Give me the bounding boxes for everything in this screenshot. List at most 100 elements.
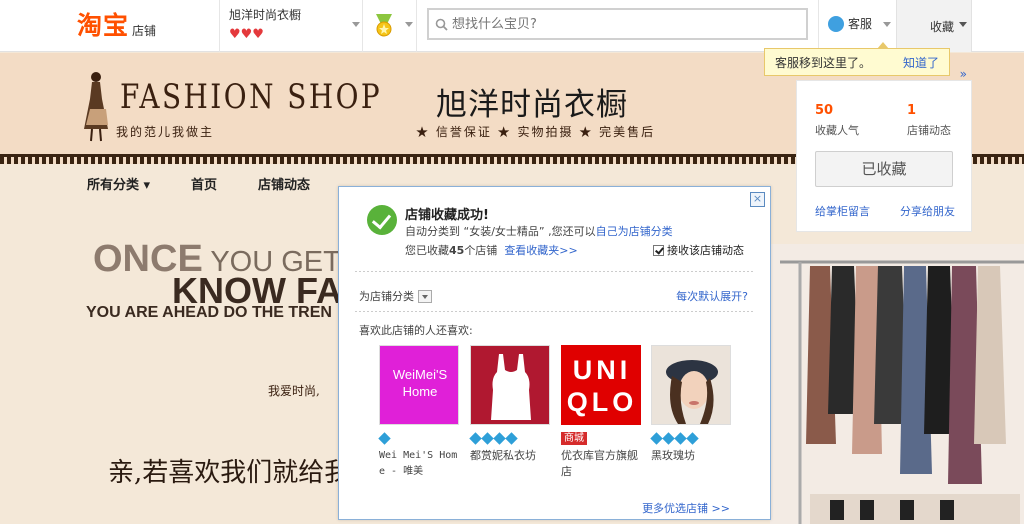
shop-rank-badge bbox=[469, 431, 550, 445]
shop-rank-badge: 商城 bbox=[561, 431, 641, 445]
shop-thumbnail[interactable] bbox=[651, 345, 731, 425]
stat-news[interactable]: 1 店铺动态 bbox=[907, 103, 951, 138]
recommended-shop[interactable]: 黑玫瑰坊 bbox=[650, 345, 731, 464]
shop-name[interactable]: 黑玫瑰坊 bbox=[651, 448, 731, 464]
chevron-down-icon bbox=[418, 289, 432, 303]
self-categorize-link[interactable]: 自己为店铺分类 bbox=[596, 225, 673, 238]
recommended-shop[interactable]: UNI QLO 商城 优衣库官方旗舰店 bbox=[561, 345, 641, 480]
shop-info[interactable]: 旭洋时尚衣橱 ♥♥♥ bbox=[229, 6, 359, 42]
close-icon[interactable]: × bbox=[750, 192, 765, 207]
diamond-icon bbox=[378, 431, 391, 445]
medal-icon[interactable] bbox=[372, 12, 396, 38]
tip-dismiss-link[interactable]: 知道了 bbox=[903, 54, 939, 71]
shop-stats-panel: » 50 收藏人气 1 店铺动态 已收藏 给掌柜留言 分享给朋友 bbox=[796, 67, 972, 232]
shop-thumbnail[interactable] bbox=[470, 345, 550, 425]
model-photo bbox=[652, 346, 730, 424]
uniqlo-logo: UNI QLO bbox=[566, 355, 638, 417]
dialog-category-info: 自动分类到 “女装/女士精品” ,您还可以自己为店铺分类 bbox=[405, 223, 673, 239]
favorite-label: 收藏 bbox=[930, 20, 955, 34]
collapse-chevron-icon[interactable]: » bbox=[960, 67, 967, 81]
receive-news-label: 接收该店铺动态 bbox=[667, 244, 744, 257]
count-prefix: 您已收藏 bbox=[405, 244, 449, 257]
more-shops-link[interactable]: 更多优选店铺 >> bbox=[642, 500, 730, 516]
search-input[interactable] bbox=[452, 16, 792, 32]
categorize-label: 为店铺分类 bbox=[359, 290, 414, 303]
receive-news-checkbox[interactable]: 接收该店铺动态 bbox=[653, 242, 744, 258]
hero-bottom-text: 亲,若喜欢我们就给我 bbox=[108, 458, 340, 488]
customer-service-label: 客服 bbox=[848, 17, 873, 31]
shop-thumbnail[interactable]: WeiMei'S Home bbox=[379, 345, 459, 425]
favorite-success-dialog: × 店铺收藏成功! 自动分类到 “女装/女士精品” ,您还可以自己为店铺分类 您… bbox=[338, 186, 771, 520]
message-seller-link[interactable]: 给掌柜留言 bbox=[815, 203, 870, 219]
diamond-icon bbox=[686, 431, 699, 445]
panel-links: 给掌柜留言 分享给朋友 bbox=[815, 203, 955, 219]
thumbnail-text: WeiMei'S Home bbox=[392, 367, 448, 399]
diamond-icon bbox=[505, 431, 518, 445]
search-box[interactable] bbox=[427, 8, 808, 40]
stat-favorites: 50 收藏人气 bbox=[815, 103, 859, 138]
shop-rating-hearts: ♥♥♥ bbox=[229, 27, 264, 42]
chevron-down-icon[interactable] bbox=[352, 22, 360, 27]
categorize-select[interactable]: 为店铺分类 bbox=[359, 288, 432, 304]
chevron-down-icon[interactable] bbox=[405, 22, 413, 27]
service-moved-tip: 客服移到这里了。 知道了 bbox=[764, 42, 950, 76]
logo-main: 淘宝 bbox=[77, 11, 130, 40]
recommended-shop[interactable]: 都赏妮私衣坊 bbox=[469, 345, 550, 464]
shop-thumbnail[interactable]: UNI QLO bbox=[561, 345, 641, 425]
share-link[interactable]: 分享给朋友 bbox=[900, 203, 955, 219]
success-check-icon bbox=[367, 205, 397, 235]
shop-rank-badge bbox=[650, 431, 731, 445]
stat-number: 50 bbox=[815, 103, 834, 118]
chevron-down-icon: ▾ bbox=[143, 178, 151, 193]
divider bbox=[362, 0, 363, 52]
search-icon bbox=[435, 18, 448, 31]
clothes-rack-image bbox=[770, 244, 1024, 524]
category-info-text: 自动分类到 “女装/女士精品” ,您还可以 bbox=[405, 225, 596, 238]
recommended-shop[interactable]: WeiMei'S Home Wei Mei'S Home - 唯美 bbox=[378, 345, 459, 480]
count-suffix: 个店铺 bbox=[464, 244, 498, 257]
nav-all-categories[interactable]: 所有分类 ▾ bbox=[87, 174, 150, 193]
nav-home[interactable]: 首页 bbox=[191, 174, 217, 193]
view-favorites-link[interactable]: 查看收藏夹>> bbox=[504, 244, 577, 257]
divider bbox=[416, 0, 417, 52]
taobao-logo[interactable]: 淘宝 店铺 bbox=[77, 9, 156, 41]
hero-ahead: YOU ARE AHEAD DO THE TREN bbox=[86, 304, 332, 321]
brand-name: FASHION SHOP bbox=[120, 77, 383, 117]
divider bbox=[355, 271, 755, 272]
divider bbox=[219, 0, 220, 52]
stat-label: 收藏人气 bbox=[815, 124, 859, 137]
chat-bubble-icon bbox=[828, 15, 844, 32]
nav-label: 所有分类 bbox=[87, 178, 140, 193]
logo-sub: 店铺 bbox=[132, 24, 157, 38]
shop-rank-badge bbox=[378, 431, 459, 445]
stat-number: 1 bbox=[907, 103, 917, 118]
default-expand-link[interactable]: 每次默认展开? bbox=[676, 288, 748, 304]
shop-title: 旭洋时尚衣橱 bbox=[436, 87, 628, 123]
divider bbox=[818, 0, 819, 52]
customer-service-button[interactable]: 客服 bbox=[828, 15, 872, 32]
divider bbox=[355, 311, 755, 312]
nav-shop-news[interactable]: 店铺动态 bbox=[258, 174, 310, 193]
brand-slogan: 我的范儿我做主 bbox=[116, 125, 215, 139]
chevron-down-icon[interactable] bbox=[883, 22, 891, 27]
tank-top-image bbox=[491, 354, 531, 420]
shop-name[interactable]: 优衣库官方旗舰店 bbox=[561, 448, 641, 480]
stat-label: 店铺动态 bbox=[907, 124, 951, 137]
collected-button[interactable]: 已收藏 bbox=[815, 151, 953, 187]
favorite-menu[interactable]: 收藏 bbox=[896, 0, 972, 52]
hero-love: 我爱时尚, bbox=[268, 384, 320, 398]
also-like-label: 喜欢此店铺的人还喜欢: bbox=[359, 324, 473, 337]
fashion-figure-icon bbox=[84, 72, 108, 142]
shop-name[interactable]: 都赏妮私衣坊 bbox=[470, 448, 550, 464]
shop-name: 旭洋时尚衣橱 bbox=[229, 8, 302, 22]
top-bar: 淘宝 店铺 旭洋时尚衣橱 ♥♥♥ 客服 收藏 bbox=[0, 0, 1024, 52]
favorite-count: 45 bbox=[449, 244, 465, 257]
chevron-down-icon bbox=[959, 22, 967, 27]
checkbox-checked-icon bbox=[653, 244, 664, 256]
shop-guarantees: ★ 信誉保证 ★ 实物拍摄 ★ 完美售后 bbox=[416, 125, 656, 139]
shop-name[interactable]: Wei Mei'S Home - 唯美 bbox=[379, 448, 459, 480]
dialog-count-info: 您已收藏45个店铺 查看收藏夹>> bbox=[405, 242, 578, 258]
tmall-tag: 商城 bbox=[561, 431, 587, 445]
tip-text: 客服移到这里了。 bbox=[775, 55, 872, 70]
dialog-title: 店铺收藏成功! bbox=[405, 208, 489, 223]
